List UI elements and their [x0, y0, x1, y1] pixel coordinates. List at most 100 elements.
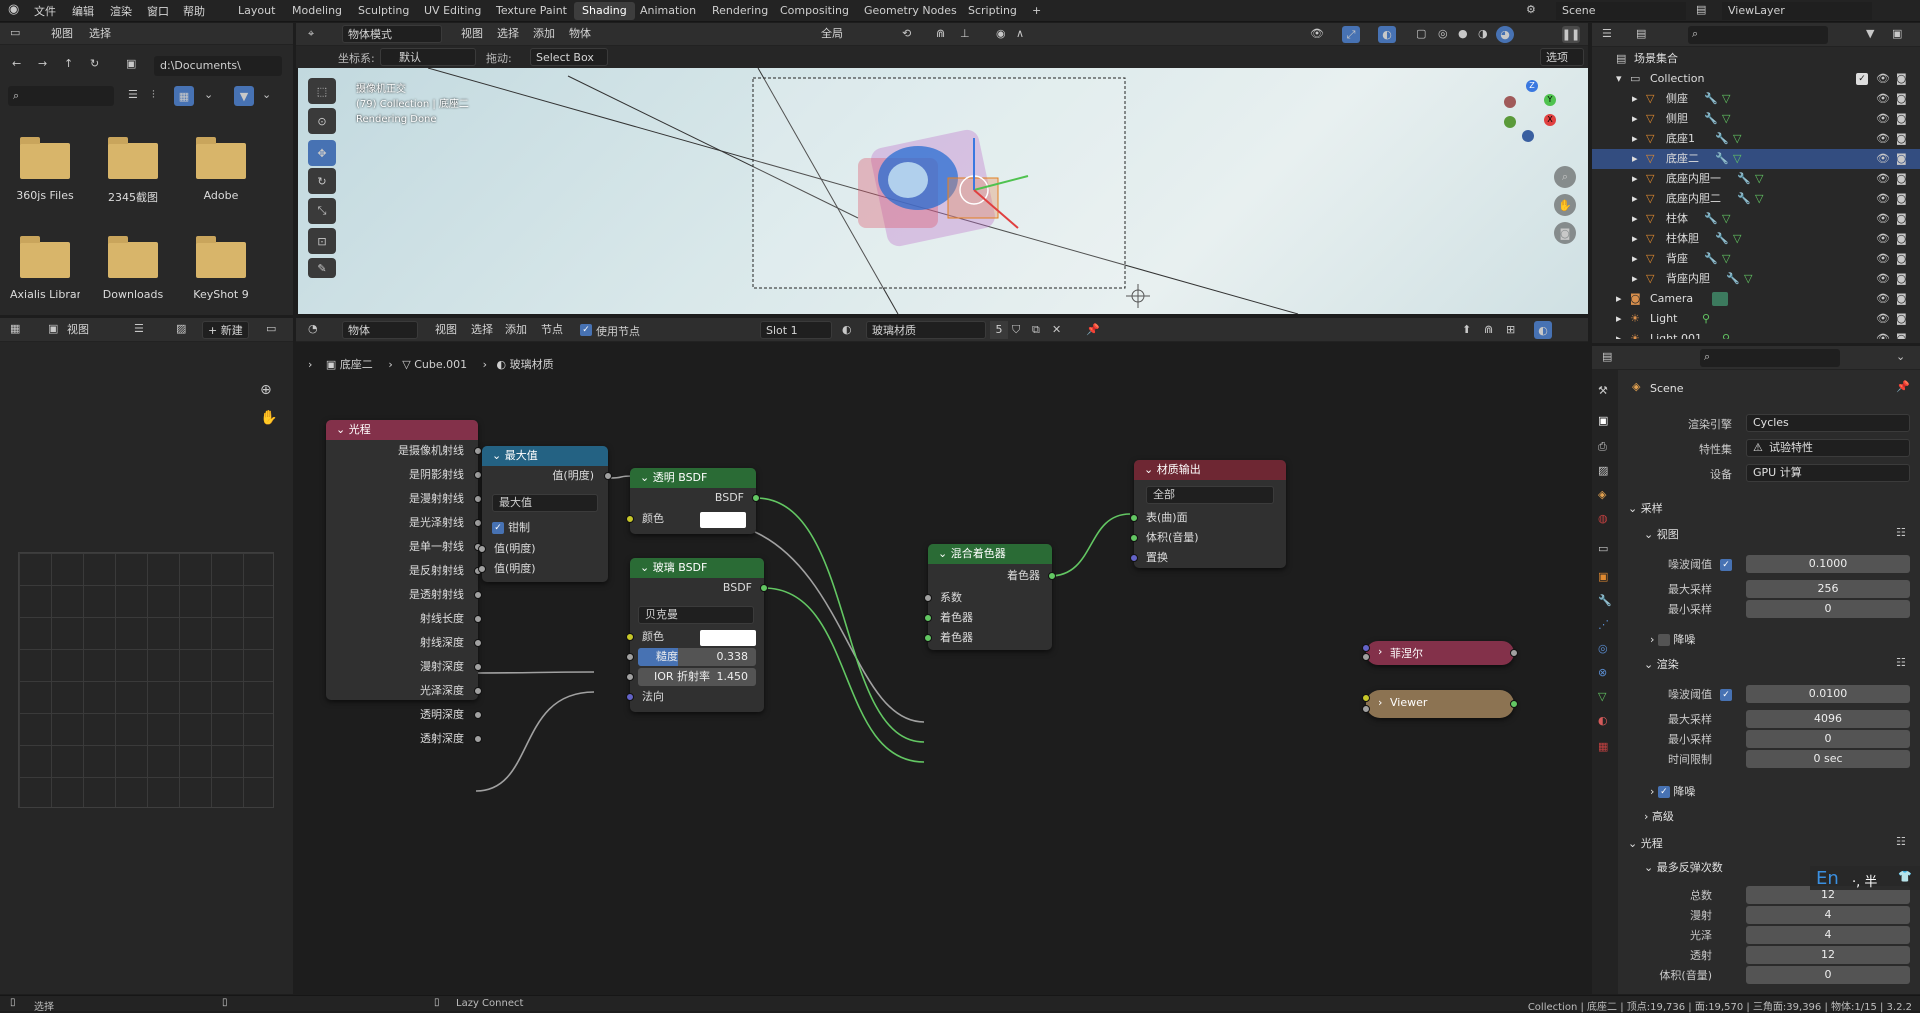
camera-icon[interactable]: ◙	[1896, 289, 1907, 309]
chevron-down-icon[interactable]: ⌄	[1896, 350, 1905, 363]
use-nodes-checkbox[interactable]: ✓	[580, 324, 592, 336]
filter-icon[interactable]: ▼	[1866, 27, 1874, 40]
physics-tab-icon[interactable]: ◎	[1598, 642, 1608, 655]
neg-z-icon[interactable]	[1522, 130, 1534, 142]
ne-menu-node[interactable]: 节点	[536, 321, 568, 339]
pin-icon[interactable]: 📌	[1086, 323, 1100, 336]
fb-search-input[interactable]: ⌕	[8, 86, 114, 106]
outliner-object-row[interactable]: ▸ ▽ 侧座 🔧 ▽ 👁 ◙	[1592, 89, 1920, 109]
ime-indicator[interactable]: En ·, 半 👕	[1810, 866, 1920, 890]
tab-scripting[interactable]: Scripting	[960, 2, 1025, 20]
visibility-icon[interactable]: 👁	[1310, 27, 1324, 40]
folder-item[interactable]: KeyShot 9	[186, 234, 256, 314]
world-tab-icon[interactable]: ◍	[1598, 512, 1608, 525]
scene-selector[interactable]: Scene	[1556, 2, 1686, 20]
tab-shading[interactable]: Shading	[574, 2, 635, 20]
vp-menu-add[interactable]: 添加	[528, 25, 560, 43]
ior-field[interactable]: IOR 折射率 1.450	[638, 668, 756, 686]
ne-menu-add[interactable]: 添加	[500, 321, 532, 339]
list-icon[interactable]: ☷	[1896, 835, 1906, 848]
outliner-object-row[interactable]: ▸ ▽ 底座内胆二 🔧 ▽ 👁 ◙	[1592, 189, 1920, 209]
filter-icon[interactable]: ▼	[234, 86, 254, 106]
outliner-object-row[interactable]: ▸ ▽ 背座 🔧 ▽ 👁 ◙	[1592, 249, 1920, 269]
editor-type-icon[interactable]: ▦	[10, 322, 20, 335]
overlay-icon[interactable]: ◐	[1378, 26, 1396, 43]
refresh-icon[interactable]: ↻	[90, 57, 99, 70]
camera-icon[interactable]: ◙	[1896, 209, 1907, 229]
horizontal-list-icon[interactable]: ⫶	[152, 88, 155, 102]
scene-icon[interactable]: ⚙	[1526, 3, 1536, 16]
input-socket[interactable]	[1362, 644, 1370, 652]
falloff-icon[interactable]: ∧	[1016, 27, 1024, 40]
roughness-slider[interactable]: 糙度 0.338	[638, 648, 756, 666]
vp-menu-object[interactable]: 物体	[564, 25, 596, 43]
folder-item[interactable]: Axialis Librari...	[10, 234, 80, 314]
vertical-list-icon[interactable]: ☰	[128, 88, 138, 101]
modifier-tab-icon[interactable]: 🔧	[1598, 594, 1612, 607]
eye-icon[interactable]: 👁	[1876, 269, 1890, 289]
vp-menu-view[interactable]: 视图	[456, 25, 488, 43]
menu-render[interactable]: 渲染	[110, 3, 132, 19]
transform-orientation[interactable]: 全局	[816, 25, 848, 43]
tab-rendering[interactable]: Rendering	[704, 2, 776, 20]
outliner-object-row[interactable]: ▸ ▽ 柱体胆 🔧 ▽ 👁 ◙	[1592, 229, 1920, 249]
render-engine-dropdown[interactable]: Cycles	[1746, 414, 1910, 432]
eye-icon[interactable]: 👁	[1876, 249, 1890, 269]
menu-file[interactable]: 文件	[34, 3, 56, 19]
input-socket[interactable]	[924, 614, 932, 622]
node-transparent-bsdf[interactable]: ⌄ 透明 BSDF BSDF 颜色	[626, 468, 760, 534]
viewport-noise-field[interactable]: 0.1000	[1746, 555, 1910, 573]
folder-item[interactable]: 2345截图	[98, 135, 168, 215]
menu-help[interactable]: 帮助	[183, 3, 205, 19]
snap-settings-icon[interactable]: ⊞	[1506, 323, 1515, 336]
select-box-icon[interactable]: ⬚	[308, 78, 336, 104]
pan-hand-icon[interactable]: ✋	[1554, 194, 1576, 216]
cursor-icon[interactable]: ⊙	[308, 108, 336, 134]
chevron-right-icon[interactable]: ▸	[1632, 149, 1638, 169]
input-socket[interactable]	[1362, 694, 1370, 702]
shader-type-dropdown[interactable]: 物体	[342, 321, 418, 339]
chevron-down-icon[interactable]: ▾	[1616, 69, 1622, 89]
collection-tab-icon[interactable]: ▭	[1598, 542, 1608, 555]
camera-view-icon[interactable]: ◙	[1554, 222, 1576, 244]
fb-menu-view[interactable]: 视图	[46, 25, 78, 43]
tab-uv-editing[interactable]: UV Editing	[416, 2, 489, 20]
chevron-right-icon[interactable]: ▸	[1616, 289, 1622, 309]
input-socket[interactable]	[1130, 534, 1138, 542]
parent-dir-icon[interactable]: ↑	[64, 57, 73, 70]
tab-texture-paint[interactable]: Texture Paint	[488, 2, 575, 20]
node-glass-bsdf[interactable]: ⌄ 玻璃 BSDF BSDF 贝克曼 颜色 糙度 0.338 IOR 折射率 1…	[626, 558, 768, 712]
overlay-icon[interactable]: ◐	[1534, 321, 1552, 339]
device-dropdown[interactable]: GPU 计算	[1746, 464, 1910, 482]
diffuse-bounces-field[interactable]: 4	[1746, 906, 1910, 924]
annotate-icon[interactable]: ✎	[308, 258, 336, 278]
viewport-min-samples-field[interactable]: 0	[1746, 600, 1910, 618]
input-socket[interactable]	[626, 515, 634, 523]
back-icon[interactable]: ←	[12, 57, 21, 70]
camera-icon[interactable]: ◙	[1896, 329, 1907, 339]
data-tab-icon[interactable]: ▽	[1598, 690, 1606, 703]
ne-menu-view[interactable]: 视图	[430, 321, 462, 339]
constraints-tab-icon[interactable]: ⊗	[1598, 666, 1607, 679]
outliner-object-row[interactable]: ▸ ▽ 底座二 🔧 ▽ 👁 ◙	[1592, 149, 1920, 169]
snap-icon[interactable]: ⋒	[936, 27, 945, 40]
node-material-output[interactable]: ⌄ 材质输出 全部 表(曲)面 体积(音量) 置换	[1130, 460, 1286, 568]
zoom-icon[interactable]: ⌕	[1554, 166, 1576, 188]
tab-animation[interactable]: Animation	[632, 2, 704, 20]
chevron-right-icon[interactable]: ▸	[1632, 109, 1638, 129]
output-socket[interactable]	[474, 447, 482, 455]
volume-bounces-field[interactable]: 0	[1746, 966, 1910, 984]
outliner-object-row[interactable]: ▸ ▽ 侧胆 🔧 ▽ 👁 ◙	[1592, 109, 1920, 129]
y-axis-icon[interactable]: Y	[1544, 94, 1556, 106]
navigation-gizmo[interactable]: Z Y X	[1498, 78, 1568, 148]
ne-menu-select[interactable]: 选择	[466, 321, 498, 339]
new-image-button[interactable]: + 新建	[202, 321, 249, 339]
tab-modeling[interactable]: Modeling	[284, 2, 350, 20]
camera-icon[interactable]: ◙	[1896, 89, 1907, 109]
output-socket[interactable]	[474, 471, 482, 479]
move-icon[interactable]: ✥	[308, 140, 336, 166]
list-icon[interactable]: ☷	[1896, 526, 1906, 539]
neg-y-icon[interactable]	[1504, 116, 1516, 128]
input-socket[interactable]	[1130, 554, 1138, 562]
outliner-object-row[interactable]: ▸ ▽ 底座内胆一 🔧 ▽ 👁 ◙	[1592, 169, 1920, 189]
